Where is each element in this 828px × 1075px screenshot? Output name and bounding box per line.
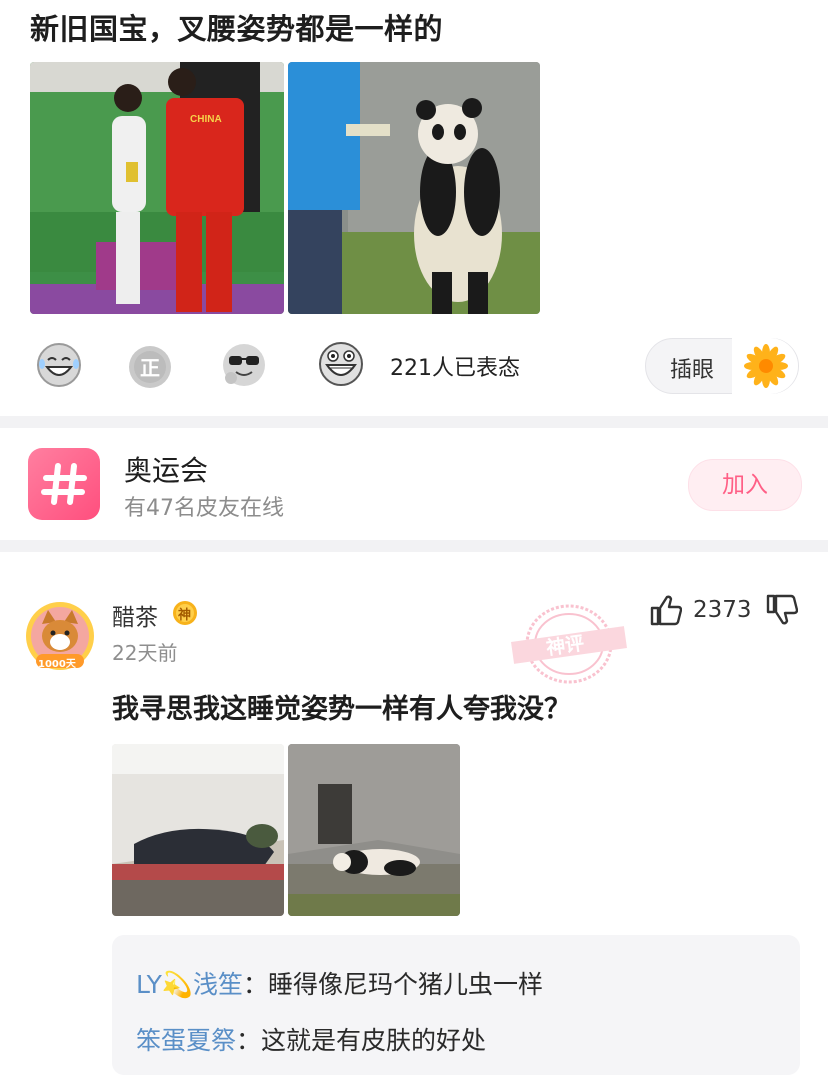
avatar[interactable]: 1000天 [24, 600, 96, 672]
reply-user[interactable]: LY💫浅笙 [136, 970, 243, 999]
user-name[interactable]: 醋茶 [112, 598, 158, 632]
like-count: 2373 [693, 597, 752, 623]
panda-standing-photo[interactable] [288, 62, 540, 314]
section-divider [0, 416, 828, 428]
comment-time: 22天前 [112, 641, 178, 665]
reply-text: ：这就是有皮肤的好处 [236, 1026, 487, 1055]
section-divider [0, 540, 828, 552]
reply-item[interactable]: LY💫浅笙：睡得像尼玛个猪儿虫一样 [136, 965, 543, 1001]
reaction-count: 221人已表态 [390, 356, 520, 381]
topic-online-count: 有47名皮友在线 [124, 496, 284, 521]
join-button[interactable]: 加入 [688, 459, 802, 511]
god-badge-icon: 神 [172, 600, 198, 626]
svg-text:正: 正 [140, 356, 160, 380]
topic-name[interactable]: 奥运会 [124, 449, 208, 489]
topic-hash-icon[interactable] [28, 448, 100, 520]
reply-item[interactable]: 笨蛋夏祭：这就是有皮肤的好处 [136, 1021, 486, 1057]
reply-user[interactable]: 笨蛋夏祭 [136, 1026, 236, 1055]
grinning-face-icon[interactable] [318, 341, 364, 387]
chabi-label: 插眼 [670, 358, 715, 383]
sunglasses-face-icon[interactable] [221, 342, 267, 388]
chabi-button[interactable]: 插眼 [645, 338, 799, 394]
post-title: 新旧国宝，叉腰姿势都是一样的 [30, 12, 444, 46]
comment-text: 我寻思我这睡觉姿势一样有人夸我没？ [112, 694, 571, 725]
athlete-photo[interactable]: CHINA [30, 62, 284, 314]
chabi-flower-icon [732, 338, 798, 394]
person-sleeping-photo[interactable] [112, 744, 284, 916]
god-comment-stamp: 神评 [510, 602, 628, 686]
reply-text: ：睡得像尼玛个猪儿虫一样 [243, 970, 544, 999]
panda-lying-photo[interactable] [288, 744, 460, 916]
thumbs-down-icon[interactable] [764, 593, 799, 627]
avatar-badge: 1000天 [38, 659, 76, 670]
reply-list: LY💫浅笙：睡得像尼玛个猪儿虫一样 笨蛋夏祭：这就是有皮肤的好处 [112, 935, 800, 1075]
jersey-text: CHINA [190, 114, 222, 125]
thumbs-up-icon[interactable] [648, 593, 683, 627]
zheng-badge-icon[interactable]: 正 [127, 344, 173, 390]
laughing-face-icon[interactable] [36, 342, 82, 388]
